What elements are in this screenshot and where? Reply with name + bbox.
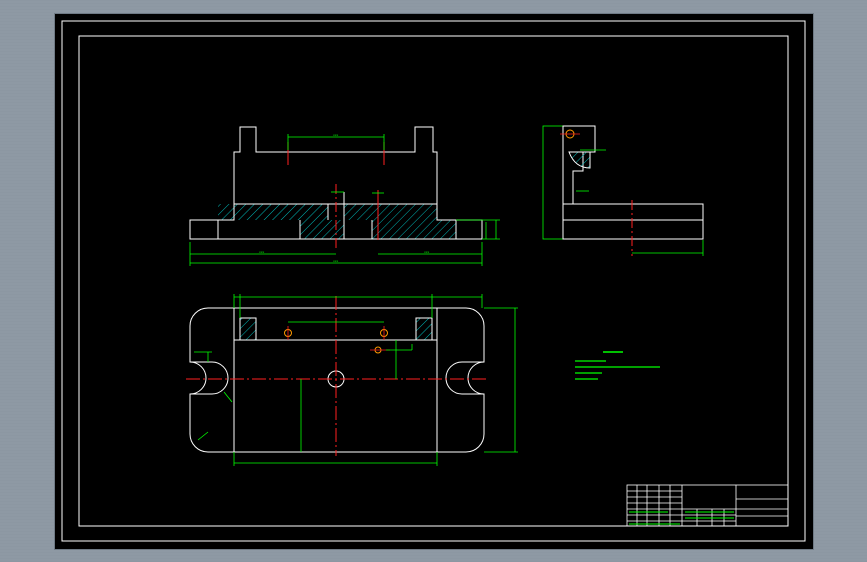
front-view: xxx xxx xxx xxx	[189, 126, 500, 266]
title-block-icon	[626, 484, 789, 527]
svg-text:xxx: xxx	[424, 250, 430, 254]
slot-icon	[190, 361, 229, 395]
side-view-section-hatch	[568, 151, 591, 169]
drawing-canvas: xxx xxx xxx xxx	[61, 20, 806, 542]
svg-text:xxx: xxx	[259, 250, 265, 254]
front-view-section-hatch	[218, 204, 456, 239]
top-view	[186, 294, 518, 466]
technical-notes	[575, 351, 660, 380]
side-view-dimension-frame	[542, 125, 564, 240]
slot-icon	[445, 361, 484, 395]
side-view	[542, 125, 704, 256]
cad-viewport[interactable]: xxx xxx xxx xxx	[55, 14, 813, 549]
title-block-text-marks	[629, 511, 734, 525]
svg-text:xxx: xxx	[333, 133, 339, 137]
svg-text:xxx: xxx	[333, 259, 339, 263]
